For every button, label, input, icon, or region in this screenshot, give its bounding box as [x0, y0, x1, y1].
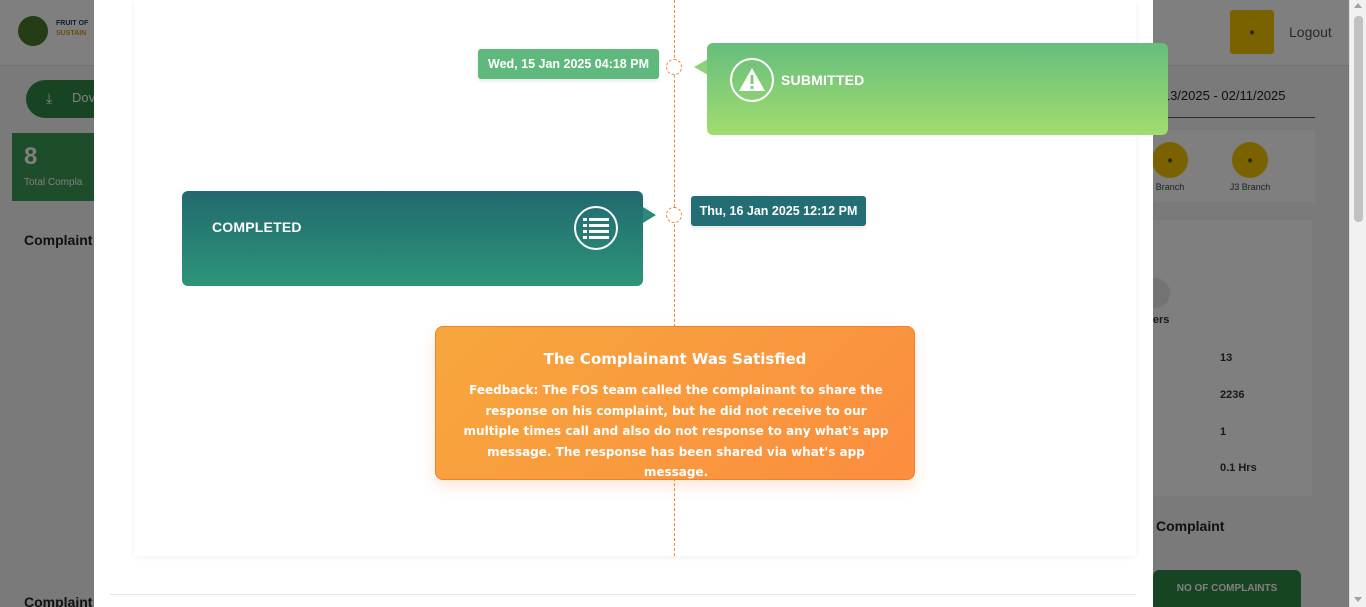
completed-status-label: COMPLETED	[212, 219, 302, 235]
submitted-card: SUBMITTED	[707, 43, 1168, 135]
warning-icon	[730, 58, 774, 102]
completed-card: COMPLETED	[182, 191, 643, 286]
card-pointer	[694, 59, 708, 75]
completed-date-badge: Thu, 16 Jan 2025 12:12 PM	[691, 196, 866, 226]
scroll-up-arrow-icon[interactable]	[1354, 3, 1362, 8]
timeline-dot	[666, 207, 682, 223]
submitted-status-label: SUBMITTED	[781, 72, 865, 88]
timeline-container: Wed, 15 Jan 2025 04:18 PM SUBMITTED COMP…	[134, 0, 1168, 556]
feedback-card: The Complainant Was Satisfied Feedback: …	[435, 326, 915, 480]
page-scrollbar[interactable]	[1349, 0, 1366, 607]
timeline-dot	[666, 59, 682, 75]
feedback-text: Feedback: The FOS team called the compla…	[463, 383, 889, 479]
feedback-title: The Complainant Was Satisfied	[543, 350, 807, 368]
submitted-date-badge: Wed, 15 Jan 2025 04:18 PM	[478, 49, 659, 79]
card-pointer	[643, 207, 656, 223]
scrollbar-thumb[interactable]	[1354, 16, 1363, 222]
list-icon	[574, 206, 618, 250]
scroll-down-arrow-icon[interactable]	[1354, 597, 1362, 602]
modal-footer-divider	[110, 594, 1136, 595]
complaint-timeline-modal: Wed, 15 Jan 2025 04:18 PM SUBMITTED COMP…	[94, 0, 1168, 607]
